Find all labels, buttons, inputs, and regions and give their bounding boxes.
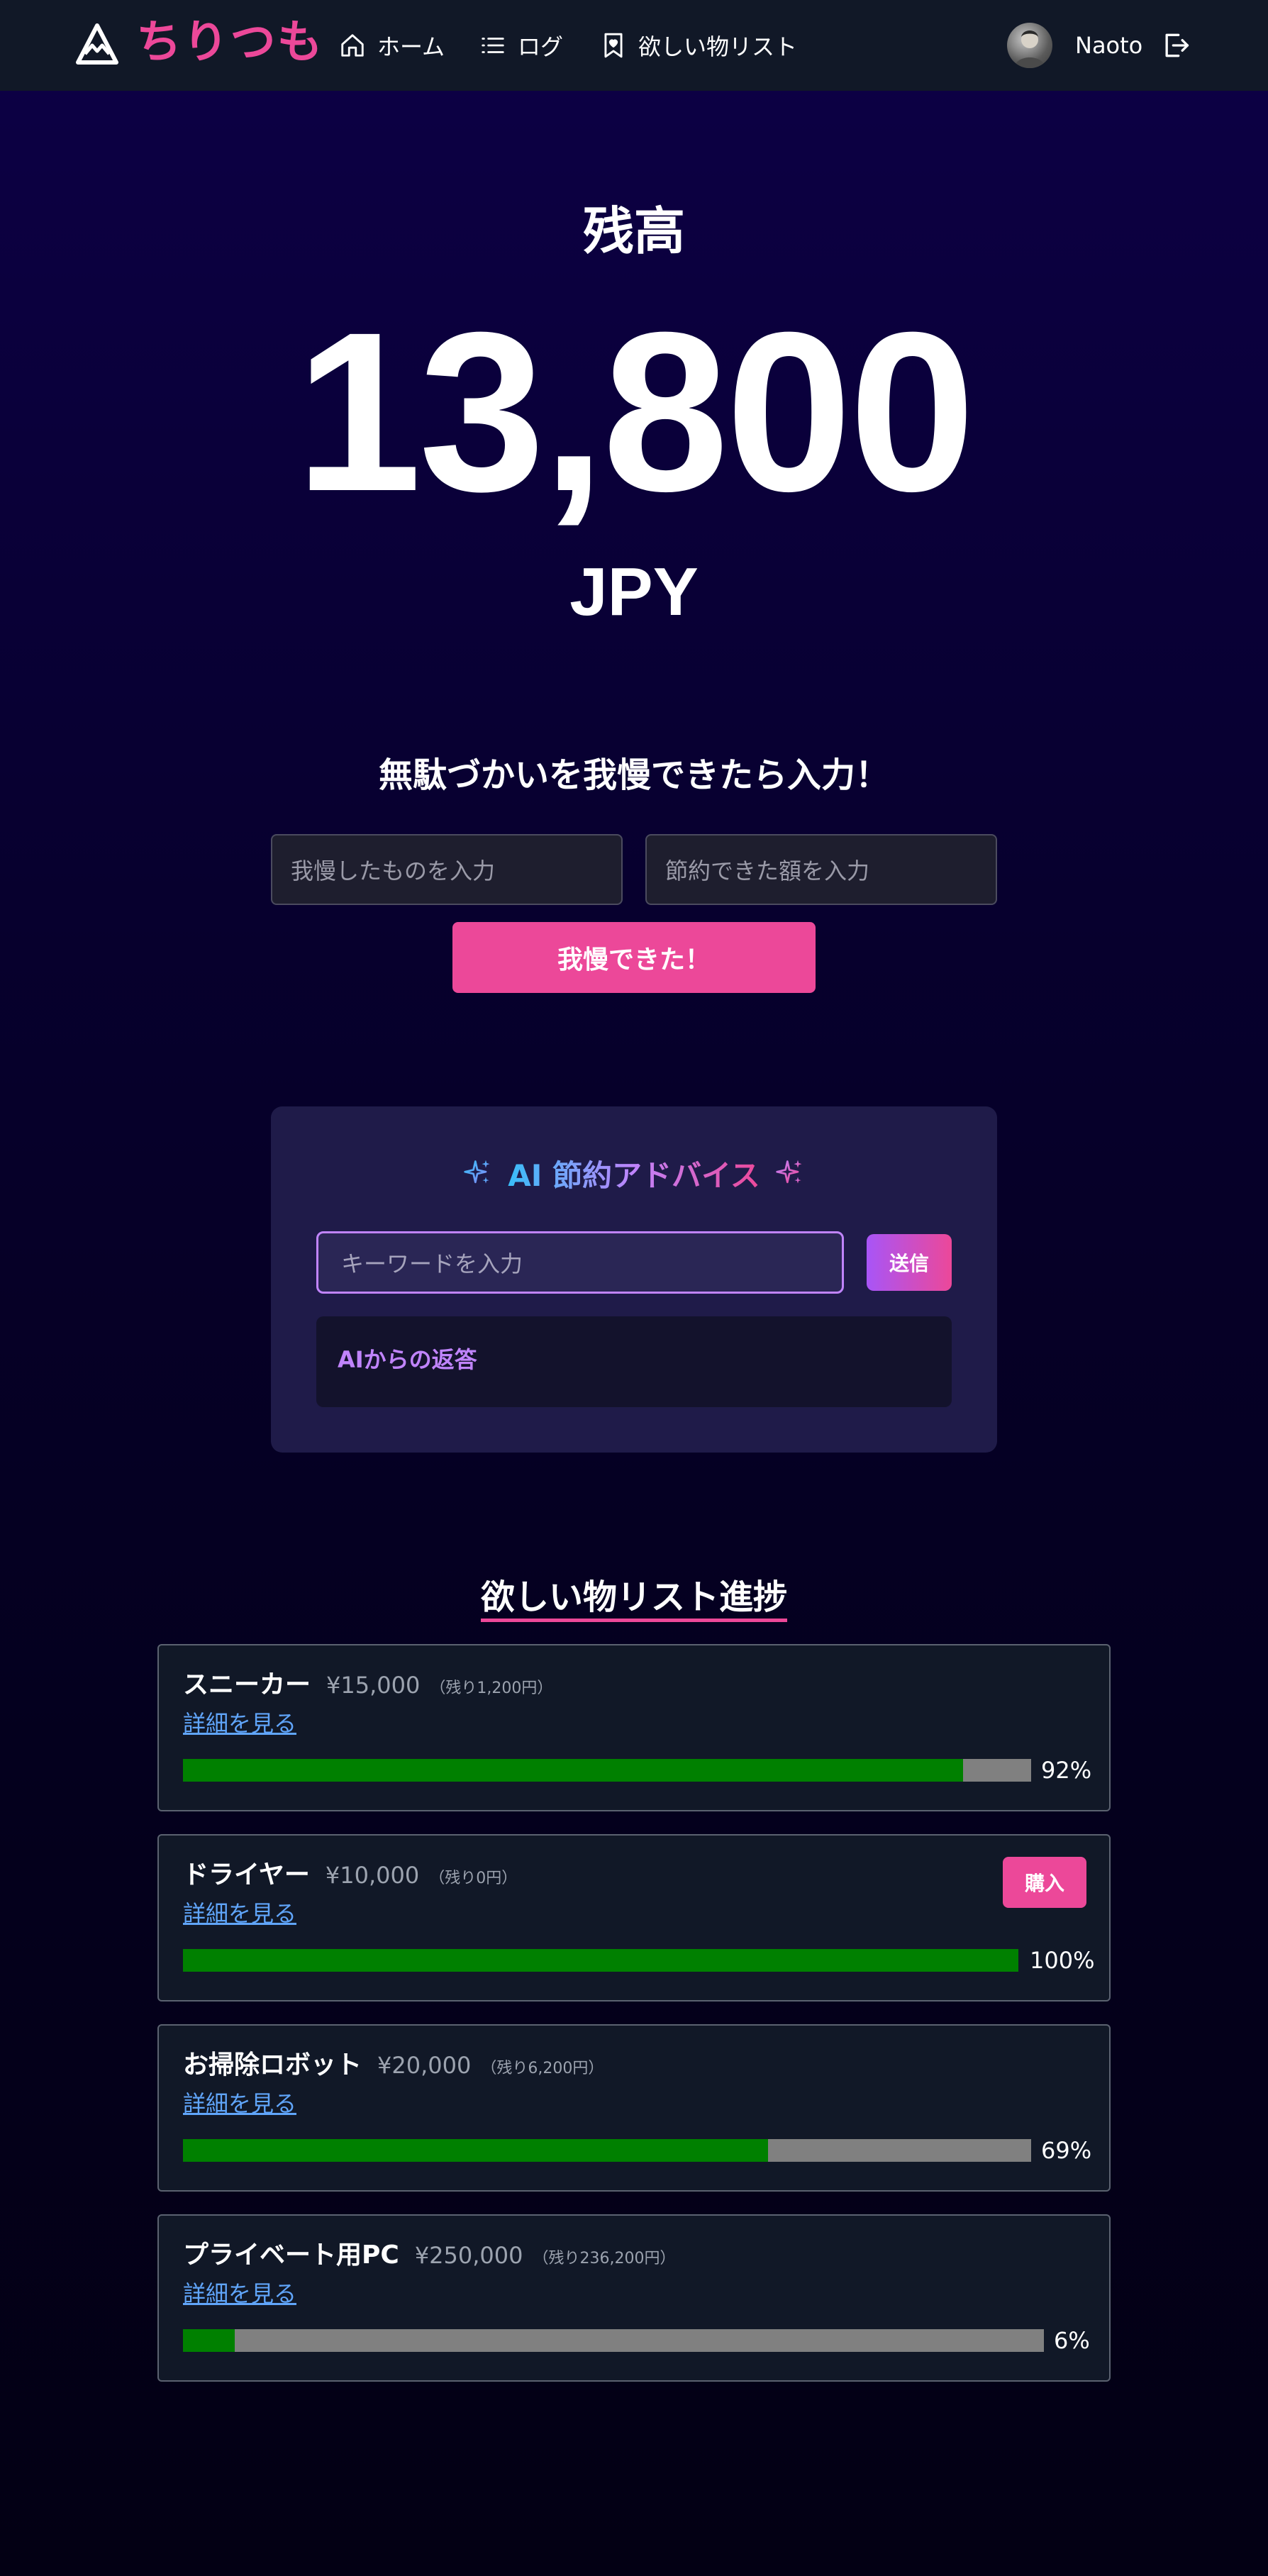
- wishlist-item-detail-link[interactable]: 詳細を見る: [183, 1706, 296, 1741]
- sparkle-icon: [464, 1160, 490, 1184]
- wishlist-item-header: プライベート用PC ¥250,000 （残り236,200円）: [183, 2237, 675, 2277]
- username[interactable]: Naoto: [1075, 28, 1142, 62]
- ai-response-box: AIからの返答: [316, 1316, 952, 1407]
- top-navbar: ちりつも ホーム ログ 欲しい物リスト Naoto: [0, 0, 1268, 91]
- wishlist-item-detail-link[interactable]: 詳細を見る: [183, 2277, 296, 2311]
- wishlist-item-remaining: （残り0円）: [429, 1870, 518, 1887]
- wishlist-item-progress-fill: [183, 2329, 235, 2352]
- sparkle-icon: [776, 1160, 802, 1184]
- wishlist-item-card: スニーカー ¥15,000 （残り1,200円） 詳細を見る 92%: [157, 1644, 1111, 1811]
- balance-currency: JPY: [569, 554, 699, 630]
- ai-keyword-placeholder: キーワードを入力: [341, 1250, 523, 1277]
- nav-wishlist-link[interactable]: 欲しい物リスト: [600, 26, 797, 65]
- wishlist-item-detail-link[interactable]: 詳細を見る: [183, 1897, 296, 1931]
- ai-advice-title: AI 節約アドバイス: [508, 1152, 760, 1195]
- bookmark-heart-icon: [604, 33, 623, 58]
- wishlist-item-progress-bar: [183, 1949, 1018, 1972]
- wishlist-item-card: プライベート用PC ¥250,000 （残り236,200円） 詳細を見る 6%: [157, 2214, 1111, 2382]
- ai-send-button[interactable]: 送信: [867, 1234, 952, 1291]
- wishlist-item-remaining: （残り236,200円）: [533, 2250, 676, 2267]
- wishlist-item-progress-bar: [183, 2139, 1031, 2162]
- ai-response-label: AIからの返答: [338, 1346, 477, 1373]
- save-form-title: 無駄づかいを我慢できたら入力！: [378, 755, 889, 795]
- list-icon: [482, 38, 504, 53]
- wishlist-item-name: お掃除ロボット: [183, 2050, 362, 2080]
- wishlist-item-percent: 92%: [1041, 1757, 1092, 1784]
- balance-label: 残高: [582, 201, 685, 261]
- user-avatar[interactable]: [1007, 23, 1052, 68]
- brand-logo-text[interactable]: ちりつも: [136, 13, 324, 72]
- wishlist-item-header: お掃除ロボット ¥20,000 （残り6,200円）: [183, 2047, 604, 2087]
- wishlist-item-progress-fill: [183, 1759, 964, 1782]
- saved-amount-input[interactable]: 節約できた額を入力: [645, 834, 997, 905]
- wishlist-item-header: スニーカー ¥15,000 （残り1,200円）: [183, 1667, 552, 1707]
- nav-wishlist-label: 欲しい物リスト: [638, 33, 798, 60]
- ai-advice-header: AI 節約アドバイス: [271, 1152, 997, 1194]
- wishlist-item-price: ¥10,000: [325, 1862, 420, 1889]
- wishlist-item-detail-link[interactable]: 詳細を見る: [183, 2087, 296, 2121]
- nav-home-label: ホーム: [377, 33, 445, 60]
- wishlist-item-price: ¥15,000: [326, 1672, 421, 1699]
- buy-button[interactable]: 購入: [1003, 1857, 1086, 1908]
- wishlist-item-percent: 6%: [1054, 2327, 1090, 2354]
- wishlist-item-name: ドライヤー: [183, 1860, 310, 1889]
- nav-home-link[interactable]: ホーム: [339, 26, 445, 65]
- wishlist-item-card: お掃除ロボット ¥20,000 （残り6,200円） 詳細を見る 69%: [157, 2024, 1111, 2192]
- balance-amount: 13,800: [295, 284, 976, 538]
- endured-item-placeholder: 我慢したものを入力: [291, 857, 496, 884]
- endured-item-input[interactable]: 我慢したものを入力: [271, 834, 623, 905]
- wishlist-item-remaining: （残り1,200円）: [430, 1680, 553, 1697]
- wishlist-item-header: ドライヤー ¥10,000 （残り0円）: [183, 1857, 517, 1897]
- wishlist-item-percent: 69%: [1041, 2137, 1092, 2164]
- wishlist-item-percent: 100%: [1030, 1947, 1095, 1974]
- wishlist-item-progress-fill: [183, 1949, 1018, 1972]
- nav-log-link[interactable]: ログ: [479, 26, 563, 65]
- ai-keyword-input[interactable]: キーワードを入力: [316, 1231, 844, 1294]
- wishlist-item-price: ¥250,000: [414, 2242, 523, 2269]
- mountain-logo-icon[interactable]: [75, 23, 119, 65]
- wishlist-item-name: スニーカー: [183, 1670, 311, 1699]
- saved-amount-placeholder: 節約できた額を入力: [665, 857, 870, 884]
- wishlist-item-name: プライベート用PC: [183, 2241, 399, 2270]
- avatar-photo-icon: [1014, 30, 1045, 68]
- ai-advice-card: AI 節約アドバイス キーワードを入力 送信 AIからの返答: [271, 1106, 997, 1453]
- wishlist-item-price: ¥20,000: [377, 2052, 472, 2079]
- wishlist-item-progress-bar: [183, 1759, 1031, 1782]
- wishlist-item-progress-bar: [183, 2329, 1044, 2352]
- wishlist-item-card: ドライヤー ¥10,000 （残り0円） 購入 詳細を見る 100%: [157, 1834, 1111, 2002]
- endured-submit-button[interactable]: 我慢できた！: [452, 922, 816, 993]
- home-icon: [341, 34, 364, 57]
- wishlist-item-progress-fill: [183, 2139, 769, 2162]
- logout-icon[interactable]: [1160, 30, 1191, 61]
- nav-log-label: ログ: [518, 33, 564, 60]
- wishlist-progress-title-text: 欲しい物リスト進捗: [480, 1577, 787, 1622]
- wishlist-item-remaining: （残り6,200円）: [481, 2060, 604, 2077]
- wishlist-progress-title: 欲しい物リスト進捗: [0, 1572, 1268, 1623]
